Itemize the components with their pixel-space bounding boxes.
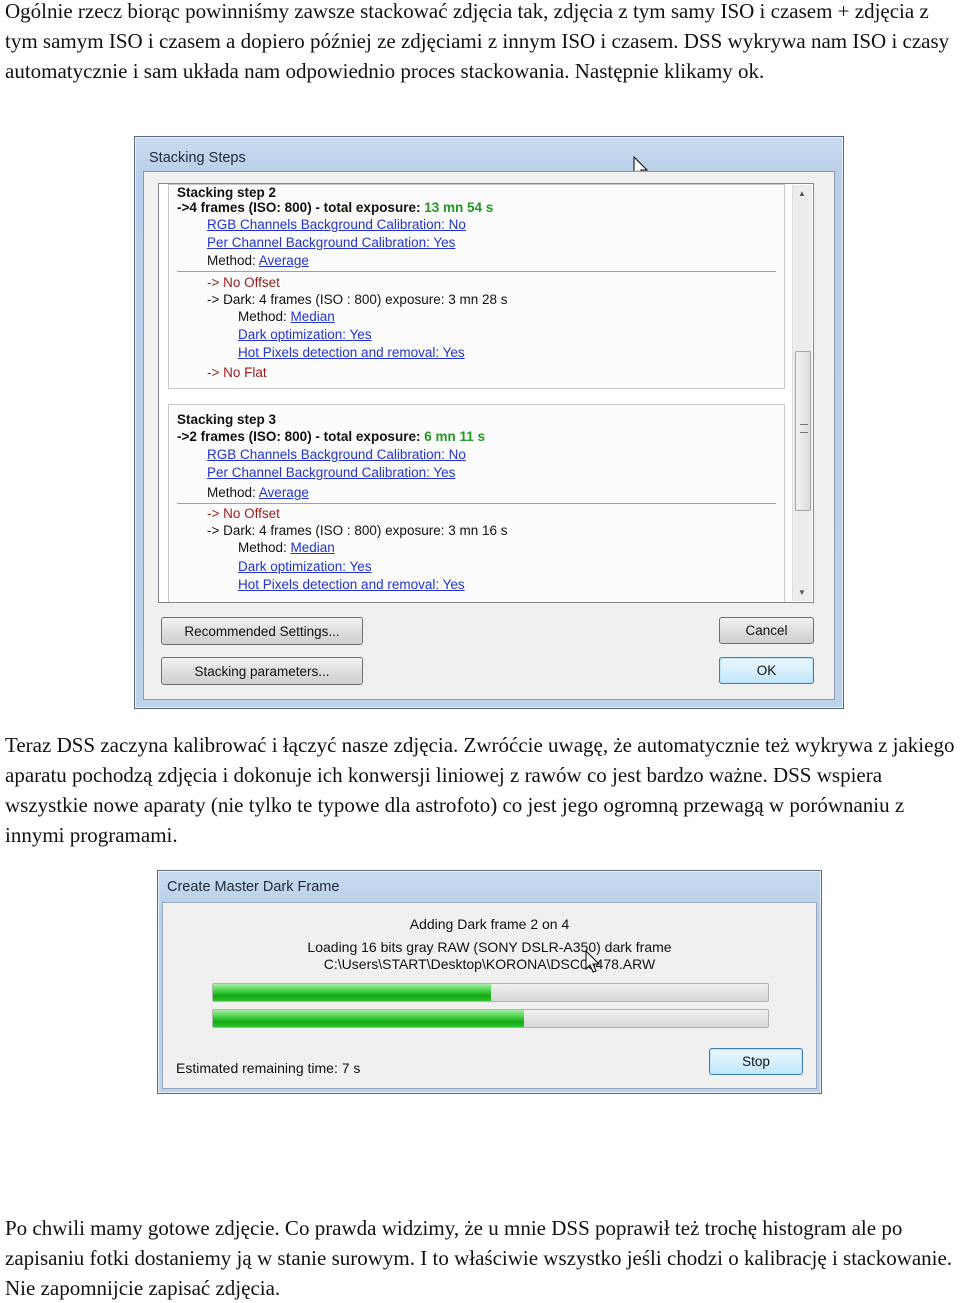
- dark-optimization-link[interactable]: Dark optimization: Yes: [238, 327, 372, 343]
- total-exposure: 6 mn 11 s: [424, 429, 485, 444]
- file-path: C:\Users\START\Desktop\KORONA\DSC03478.A…: [323, 956, 656, 972]
- dialog-body: Adding Dark frame 2 on 4 Loading 16 bits…: [162, 902, 817, 1089]
- create-master-dark-dialog: Create Master Dark Frame Adding Dark fra…: [157, 870, 822, 1094]
- dark-method-row: Method: Median: [238, 309, 335, 325]
- dark-method-link[interactable]: Median: [291, 309, 335, 324]
- loading-text: Loading 16 bits gray RAW (SONY DSLR-A350…: [307, 939, 672, 955]
- hot-pixels-link[interactable]: Hot Pixels detection and removal: Yes: [238, 577, 465, 593]
- offset-row: -> No Offset: [207, 275, 280, 290]
- paragraph-result: Po chwili mamy gotowe zdjęcie. Co prawda…: [5, 1216, 953, 1300]
- method-row: Method: Average: [207, 485, 309, 501]
- stop-button[interactable]: Stop: [709, 1048, 803, 1075]
- dark-row: -> Dark: 4 frames (ISO : 800) exposure: …: [207, 292, 508, 307]
- per-channel-calibration-link[interactable]: Per Channel Background Calibration: Yes: [207, 465, 455, 481]
- flat-row: -> No Flat: [207, 365, 267, 380]
- step-header: Stacking step 2: [177, 185, 277, 200]
- progress-fill: [213, 1010, 524, 1027]
- step-frames: ->2 frames (ISO: 800) - total exposure: …: [177, 429, 485, 445]
- recommended-settings-button[interactable]: Recommended Settings...: [161, 617, 363, 645]
- per-channel-calibration-link[interactable]: Per Channel Background Calibration: Yes: [207, 235, 455, 251]
- dark-optimization-link[interactable]: Dark optimization: Yes: [238, 559, 372, 575]
- step-header: Stacking step 3: [177, 412, 277, 427]
- dark-method-row: Method: Median: [238, 540, 335, 556]
- status-text: Adding Dark frame 2 on 4: [409, 916, 570, 932]
- divider: [177, 271, 776, 272]
- method-label: Method:: [207, 485, 259, 500]
- paragraph-calibration: Teraz DSS zaczyna kalibrować i łączyć na…: [5, 733, 955, 847]
- stacking-steps-dialog: Stacking Steps Stacking step 2 ->4 frame…: [134, 136, 844, 709]
- vertical-scrollbar[interactable]: ▲ ▼: [792, 185, 812, 601]
- remaining-time: Estimated remaining time: 7 s: [176, 1060, 361, 1076]
- rgb-calibration-link[interactable]: RGB Channels Background Calibration: No: [207, 447, 466, 463]
- progress-fill: [213, 984, 491, 1001]
- frame-progress-bar: [212, 983, 769, 1002]
- dark-method-label: Method:: [238, 309, 291, 324]
- method-link[interactable]: Average: [259, 253, 309, 268]
- stacking-step-card: Stacking step 3 ->2 frames (ISO: 800) - …: [168, 404, 785, 602]
- total-exposure: 13 mn 54 s: [424, 200, 494, 215]
- scroll-up-arrow-icon[interactable]: ▲: [798, 189, 806, 198]
- paragraph-intro: Ogólnie rzecz biorąc powinniśmy zawsze s…: [5, 0, 950, 83]
- dark-row: -> Dark: 4 frames (ISO : 800) exposure: …: [207, 523, 508, 538]
- method-row: Method: Average: [207, 253, 309, 269]
- hot-pixels-link[interactable]: Hot Pixels detection and removal: Yes: [238, 345, 465, 361]
- divider: [177, 503, 776, 504]
- stacking-steps-list[interactable]: Stacking step 2 ->4 frames (ISO: 800) - …: [158, 183, 814, 603]
- grip-icon: [800, 424, 808, 433]
- total-progress-bar: [212, 1009, 769, 1028]
- dialog-body: Stacking step 2 ->4 frames (ISO: 800) - …: [143, 171, 835, 700]
- ok-button[interactable]: OK: [719, 657, 814, 684]
- method-link[interactable]: Average: [259, 485, 309, 500]
- dialog-title: Stacking Steps: [149, 150, 246, 166]
- method-label: Method:: [207, 253, 259, 268]
- cancel-button[interactable]: Cancel: [719, 617, 814, 644]
- offset-row: -> No Offset: [207, 506, 280, 521]
- dark-method-link[interactable]: Median: [291, 540, 335, 555]
- rgb-calibration-link[interactable]: RGB Channels Background Calibration: No: [207, 217, 466, 233]
- stacking-parameters-button[interactable]: Stacking parameters...: [161, 657, 363, 685]
- frames-text: ->2 frames (ISO: 800) - total exposure:: [177, 429, 425, 444]
- scrollbar-thumb[interactable]: [795, 351, 811, 511]
- frames-text: ->4 frames (ISO: 800) - total exposure:: [177, 200, 425, 215]
- mouse-cursor-icon: [585, 950, 601, 973]
- step-frames: ->4 frames (ISO: 800) - total exposure: …: [177, 200, 493, 216]
- dialog-title: Create Master Dark Frame: [167, 879, 340, 895]
- stacking-step-card: Stacking step 2 ->4 frames (ISO: 800) - …: [168, 184, 785, 389]
- dark-method-label: Method:: [238, 540, 291, 555]
- scroll-down-arrow-icon[interactable]: ▼: [798, 588, 806, 597]
